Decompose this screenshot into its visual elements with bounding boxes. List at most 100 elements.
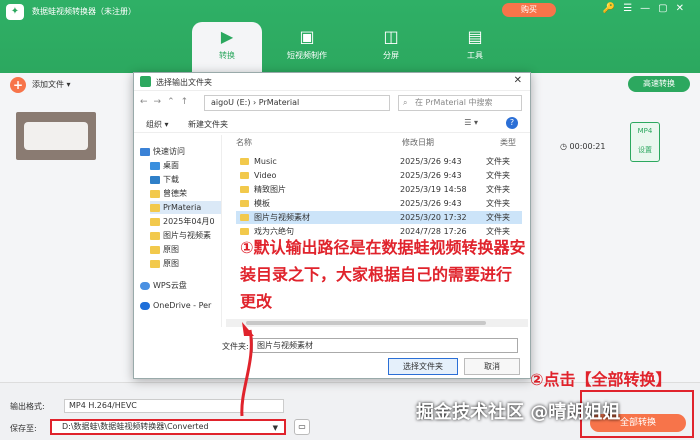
row-date: 2025/3/19 14:58 [400, 185, 467, 194]
nav-desktop[interactable]: 桌面 [150, 159, 221, 172]
column-name[interactable]: 名称 [236, 137, 252, 148]
output-format-label: 输出格式: [10, 402, 45, 411]
add-file-button[interactable]: + [10, 77, 26, 93]
dialog-app-icon [140, 76, 151, 87]
column-date[interactable]: 修改日期 [402, 137, 434, 148]
folder-icon [240, 172, 249, 179]
cloud-icon [140, 301, 150, 310]
close-icon[interactable]: ✕ [514, 75, 522, 86]
dialog-titlebar: 选择输出文件夹 ✕ [134, 73, 530, 91]
search-icon: ⌕ [403, 98, 408, 107]
thumbnail-plate [24, 122, 88, 150]
folder-icon [240, 214, 249, 221]
row-type: 文件夹 [486, 157, 510, 166]
output-format-button[interactable]: MP4 设置 [630, 122, 660, 162]
new-folder-button[interactable]: 新建文件夹 [188, 119, 228, 130]
annotation-step1: ①默认输出路径是在数据蛙视频转换器安装目录之下，大家根据自己的需要进行更改 [240, 238, 526, 311]
folder-icon [150, 203, 160, 212]
folder-icon [150, 259, 160, 268]
list-item[interactable]: 图片与视频素材 2025/3/20 17:32 文件夹 [236, 211, 522, 224]
toolbox-icon: ▤ [467, 27, 483, 46]
folder-input[interactable]: 图片与视频素材 [252, 338, 518, 353]
cancel-label: 取消 [484, 362, 500, 371]
high-speed-button[interactable]: 高速转换 [628, 76, 690, 92]
top-bar: ✦ 数据蛙视频转换器（未注册） 购买 🔑☰—▢✕ ▶ 转换 ▣ 短视频制作 ◫ … [0, 0, 700, 73]
row-type: 文件夹 [486, 199, 510, 208]
dialog-toolbar: 组织 ▾ 新建文件夹 ☰ ▾ ? [134, 115, 530, 133]
horizontal-scrollbar[interactable] [226, 319, 528, 327]
help-icon[interactable]: ? [506, 117, 518, 129]
nav-item-label: 快速访问 [153, 147, 185, 156]
nav-item-label: 2025年04月0 [163, 217, 215, 226]
nav-folder-2025[interactable]: 2025年04月0 [150, 215, 221, 228]
nav-wps-cloud[interactable]: WPS云盘 [140, 279, 221, 292]
tab-short-video[interactable]: ▣ 短视频制作 [272, 22, 342, 72]
format-settings-label: 设置 [638, 146, 652, 154]
row-date: 2025/3/20 17:32 [400, 213, 467, 222]
folder-icon [240, 158, 249, 165]
row-name: 模板 [254, 199, 270, 208]
search-placeholder: 在 PrMaterial 中搜索 [415, 98, 493, 107]
view-options-icon[interactable]: ☰ ▾ [464, 118, 478, 127]
address-bar: ←→⌃↑ aigoU (E:) › PrMaterial ⌕ 在 PrMater… [138, 95, 528, 111]
add-file-text: 添加文件 [32, 80, 64, 89]
desktop-icon [150, 161, 160, 170]
video-thumbnail[interactable] [16, 112, 96, 160]
nav-item-label: 下载 [163, 175, 179, 184]
save-path-select[interactable]: D:\数据蛙\数据蛙视频转换器\Converted ▼ [50, 419, 286, 435]
save-path-value: D:\数据蛙\数据蛙视频转换器\Converted [62, 422, 209, 431]
red-arrow-icon [240, 322, 254, 417]
cancel-button[interactable]: 取消 [464, 358, 520, 375]
tab-convert-label: 转换 [219, 51, 235, 60]
folder-icon [150, 217, 160, 226]
nav-onedrive[interactable]: OneDrive - Per [140, 299, 221, 312]
nav-user[interactable]: 曾德荣 [150, 187, 221, 200]
split-screen-icon: ◫ [383, 27, 399, 46]
path-text: aigoU (E:) › PrMaterial [211, 98, 300, 107]
nav-quick-access[interactable]: 快速访问 [140, 145, 221, 158]
star-icon [140, 147, 150, 156]
folder-icon [150, 245, 160, 254]
nav-prmaterial[interactable]: PrMateria [150, 201, 221, 214]
list-item[interactable]: 模板 2025/3/26 9:43 文件夹 [236, 197, 522, 210]
tab-short-video-label: 短视频制作 [287, 51, 327, 60]
download-icon [150, 175, 160, 184]
path-box[interactable]: aigoU (E:) › PrMaterial [204, 95, 390, 111]
row-date: 2025/3/26 9:43 [400, 199, 462, 208]
open-folder-icon[interactable]: ▭ [294, 419, 310, 435]
folder-icon [150, 189, 160, 198]
format-text: MP4 [637, 127, 653, 135]
nav-original-2[interactable]: 原图 [150, 257, 221, 270]
watermark: 掘金技术社区 @晴朗姐姐 [416, 402, 621, 423]
nav-arrows[interactable]: ←→⌃↑ [140, 97, 194, 107]
list-item[interactable]: 精致图片 2025/3/19 14:58 文件夹 [236, 183, 522, 196]
nav-downloads[interactable]: 下载 [150, 173, 221, 186]
organize-menu[interactable]: 组织 ▾ [146, 119, 169, 130]
nav-original-1[interactable]: 原图 [150, 243, 221, 256]
column-type[interactable]: 类型 [500, 137, 516, 148]
window-controls[interactable]: 🔑☰—▢✕ [603, 3, 692, 14]
nav-item-label: 图片与视频素 [163, 231, 211, 240]
save-to-label: 保存至: [10, 424, 37, 433]
add-file-label[interactable]: 添加文件 ▾ [32, 79, 71, 90]
list-item[interactable]: Video 2025/3/26 9:43 文件夹 [236, 169, 522, 182]
convert-all-label: 全部转换 [619, 418, 656, 428]
scrollbar-thumb[interactable] [246, 321, 486, 325]
select-folder-button[interactable]: 选择文件夹 [388, 358, 458, 375]
nav-item-label: PrMateria [163, 203, 202, 212]
nav-item-label: 曾德荣 [163, 189, 187, 198]
nav-media-folder[interactable]: 图片与视频素 [150, 229, 221, 242]
list-item[interactable]: Music 2025/3/26 9:43 文件夹 [236, 155, 522, 168]
dialog-title: 选择输出文件夹 [156, 78, 212, 87]
nav-item-label: OneDrive - Per [153, 301, 212, 310]
row-name: Music [254, 157, 277, 166]
tab-split-screen[interactable]: ◫ 分屏 [356, 22, 426, 72]
video-duration: ◷ 00:00:21 [560, 142, 606, 151]
tab-convert[interactable]: ▶ 转换 [192, 22, 262, 72]
app-title: 数据蛙视频转换器（未注册） [32, 7, 136, 16]
folder-icon [240, 200, 249, 207]
buy-button[interactable]: 购买 [502, 3, 556, 17]
search-input[interactable]: ⌕ 在 PrMaterial 中搜索 [398, 95, 522, 111]
buy-label: 购买 [521, 5, 537, 14]
tab-tools[interactable]: ▤ 工具 [440, 22, 510, 72]
